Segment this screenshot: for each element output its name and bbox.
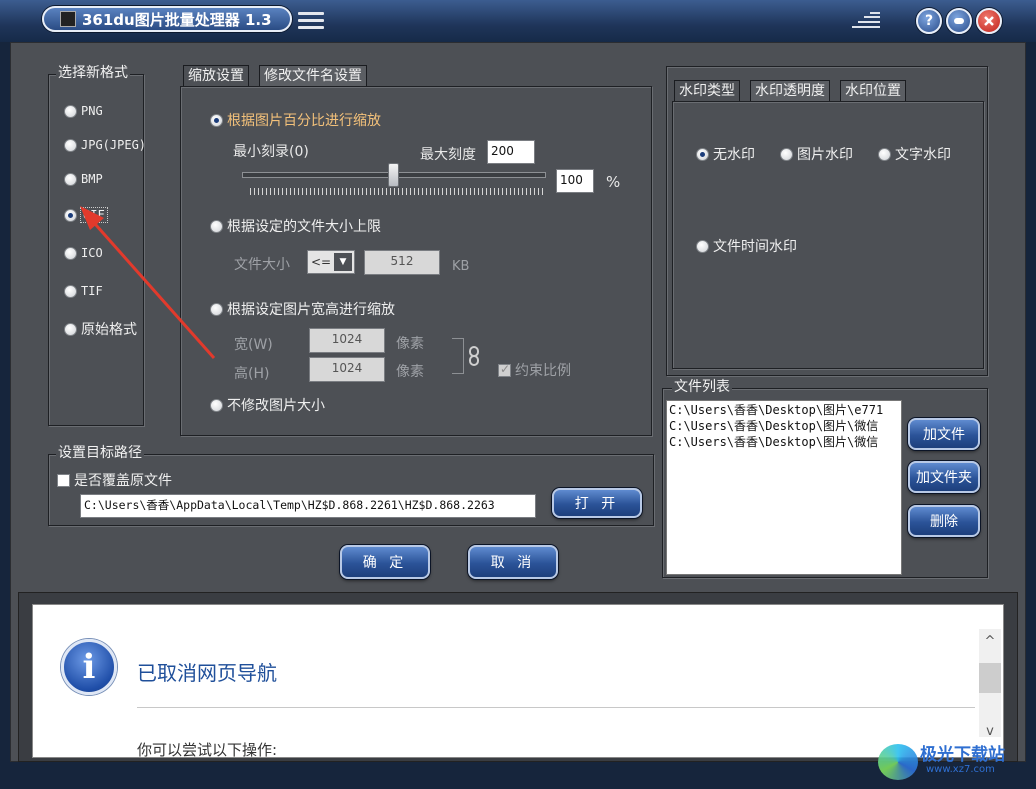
- minimize-icon: [954, 18, 964, 24]
- add-file-button[interactable]: 加文件: [908, 418, 980, 450]
- radio-button[interactable]: [64, 322, 77, 336]
- skin-icon[interactable]: [848, 10, 884, 30]
- watermark-text-option[interactable]: 文字水印: [878, 144, 951, 164]
- filesize-input[interactable]: 512: [364, 250, 440, 275]
- format-option-original[interactable]: 原始格式: [64, 310, 146, 348]
- width-label: 宽(W): [234, 337, 273, 353]
- filesize-label: 文件大小: [234, 257, 290, 273]
- minimize-button[interactable]: [946, 8, 972, 34]
- tab-watermark-position[interactable]: 水印位置: [840, 80, 906, 101]
- chain-link-icon[interactable]: [468, 346, 480, 366]
- max-scale-label: 最大刻度: [420, 147, 476, 163]
- file-list-item[interactable]: C:\Users\香香\Desktop\图片\e771: [669, 402, 899, 418]
- divider: [137, 707, 975, 708]
- resize-by-filesize-option[interactable]: 根据设定的文件大小上限: [210, 216, 381, 236]
- filesize-unit: KB: [452, 259, 470, 274]
- info-icon: i: [61, 639, 117, 695]
- scale-slider-ticks: [250, 188, 544, 195]
- overwrite-checkbox[interactable]: 是否覆盖原文件: [57, 470, 172, 490]
- radio-button[interactable]: [64, 138, 77, 152]
- help-button[interactable]: ?: [916, 8, 942, 34]
- watermark-image-option[interactable]: 图片水印: [780, 144, 853, 164]
- max-scale-input[interactable]: 200: [487, 140, 535, 164]
- site-logo-icon: [878, 744, 918, 780]
- radio-button[interactable]: [64, 284, 77, 298]
- navigation-cancelled-title: 已取消网页导航: [137, 661, 277, 685]
- app-icon: [60, 11, 76, 27]
- percent-input[interactable]: 100: [556, 169, 594, 193]
- filesize-operator-select[interactable]: <= ▼: [307, 250, 355, 274]
- format-options: PNG JPG(JPEG) BMP GIF ICO TIF 原始格式: [64, 94, 146, 348]
- app-title-pill[interactable]: 361du图片批量处理器 1.3: [42, 6, 292, 32]
- delete-button[interactable]: 删除: [908, 505, 980, 537]
- min-scale-label: 最小刻录(0): [233, 144, 309, 160]
- width-unit: 像素: [396, 336, 424, 352]
- target-path-input[interactable]: C:\Users\香香\AppData\Local\Temp\HZ$D.868.…: [80, 494, 536, 518]
- resize-by-percent-option[interactable]: 根据图片百分比进行缩放: [210, 110, 381, 130]
- resize-by-dimensions-option[interactable]: 根据设定图片宽高进行缩放: [210, 299, 395, 319]
- cancel-button[interactable]: 取 消: [468, 545, 558, 579]
- height-label: 高(H): [234, 366, 270, 382]
- vertical-scrollbar[interactable]: ^ v: [979, 629, 1001, 739]
- close-icon: [984, 16, 994, 26]
- title-bar[interactable]: 361du图片批量处理器 1.3 ?: [0, 0, 1036, 42]
- radio-button[interactable]: [210, 398, 223, 412]
- scroll-up-icon[interactable]: ^: [979, 633, 1001, 651]
- tab-watermark-opacity[interactable]: 水印透明度: [750, 80, 830, 101]
- help-icon: ?: [924, 13, 934, 29]
- browser-panel: i 已取消网页导航 你可以尝试以下操作: ^ v: [32, 604, 1004, 758]
- site-watermark-url: www.xz7.com: [926, 764, 995, 775]
- format-option-bmp[interactable]: BMP: [64, 162, 146, 196]
- radio-button[interactable]: [210, 219, 223, 233]
- percent-unit: %: [606, 173, 621, 191]
- open-button[interactable]: 打 开: [552, 488, 642, 518]
- add-folder-button[interactable]: 加文件夹: [908, 461, 980, 493]
- hamburger-menu-icon[interactable]: [298, 12, 324, 30]
- radio-button-selected[interactable]: [64, 208, 77, 222]
- height-input[interactable]: 1024: [309, 357, 385, 382]
- format-option-gif[interactable]: GIF: [64, 196, 146, 234]
- close-button[interactable]: [976, 8, 1002, 34]
- chevron-down-icon[interactable]: ▼: [334, 253, 352, 271]
- no-resize-option[interactable]: 不修改图片大小: [210, 395, 325, 415]
- radio-button-selected[interactable]: [696, 147, 709, 161]
- site-watermark: 极光下载站 www.xz7.com: [868, 738, 1028, 786]
- format-option-ico[interactable]: ICO: [64, 234, 146, 272]
- file-list[interactable]: C:\Users\香香\Desktop\图片\e771 C:\Users\香香\…: [666, 400, 902, 575]
- file-list-legend: 文件列表: [672, 379, 732, 395]
- height-unit: 像素: [396, 364, 424, 380]
- format-option-jpg[interactable]: JPG(JPEG): [64, 128, 146, 162]
- checkbox[interactable]: [498, 362, 511, 377]
- format-group-legend: 选择新格式: [56, 65, 130, 81]
- file-list-item[interactable]: C:\Users\香香\Desktop\图片\微信: [669, 434, 899, 450]
- format-option-png[interactable]: PNG: [64, 94, 146, 128]
- radio-button[interactable]: [210, 302, 223, 316]
- radio-button[interactable]: [64, 104, 77, 118]
- scale-slider-thumb[interactable]: [388, 163, 399, 187]
- radio-button-selected[interactable]: [210, 113, 223, 127]
- file-list-item[interactable]: C:\Users\香香\Desktop\图片\微信: [669, 418, 899, 434]
- tab-resize-settings[interactable]: 缩放设置: [183, 65, 249, 86]
- target-legend: 设置目标路径: [56, 445, 144, 461]
- radio-button[interactable]: [696, 239, 709, 253]
- tab-watermark-type[interactable]: 水印类型: [674, 80, 740, 101]
- navigation-suggestion-text: 你可以尝试以下操作:: [137, 741, 278, 758]
- format-option-tif[interactable]: TIF: [64, 272, 146, 310]
- site-watermark-name: 极光下载站: [920, 745, 1005, 765]
- keep-ratio-checkbox[interactable]: 约束比例: [498, 360, 571, 380]
- radio-button[interactable]: [64, 172, 77, 186]
- watermark-none-option[interactable]: 无水印: [696, 144, 755, 164]
- radio-button[interactable]: [780, 147, 793, 161]
- ok-button[interactable]: 确 定: [340, 545, 430, 579]
- radio-button[interactable]: [64, 246, 77, 260]
- link-bracket: [452, 338, 464, 374]
- window-title: 361du图片批量处理器 1.3: [82, 10, 272, 29]
- watermark-panel: [672, 101, 984, 369]
- scroll-thumb[interactable]: [979, 663, 1001, 693]
- tab-rename-settings[interactable]: 修改文件名设置: [259, 65, 367, 86]
- checkbox[interactable]: [57, 473, 70, 487]
- watermark-filetime-option[interactable]: 文件时间水印: [696, 236, 797, 256]
- radio-button[interactable]: [878, 147, 891, 161]
- width-input[interactable]: 1024: [309, 328, 385, 353]
